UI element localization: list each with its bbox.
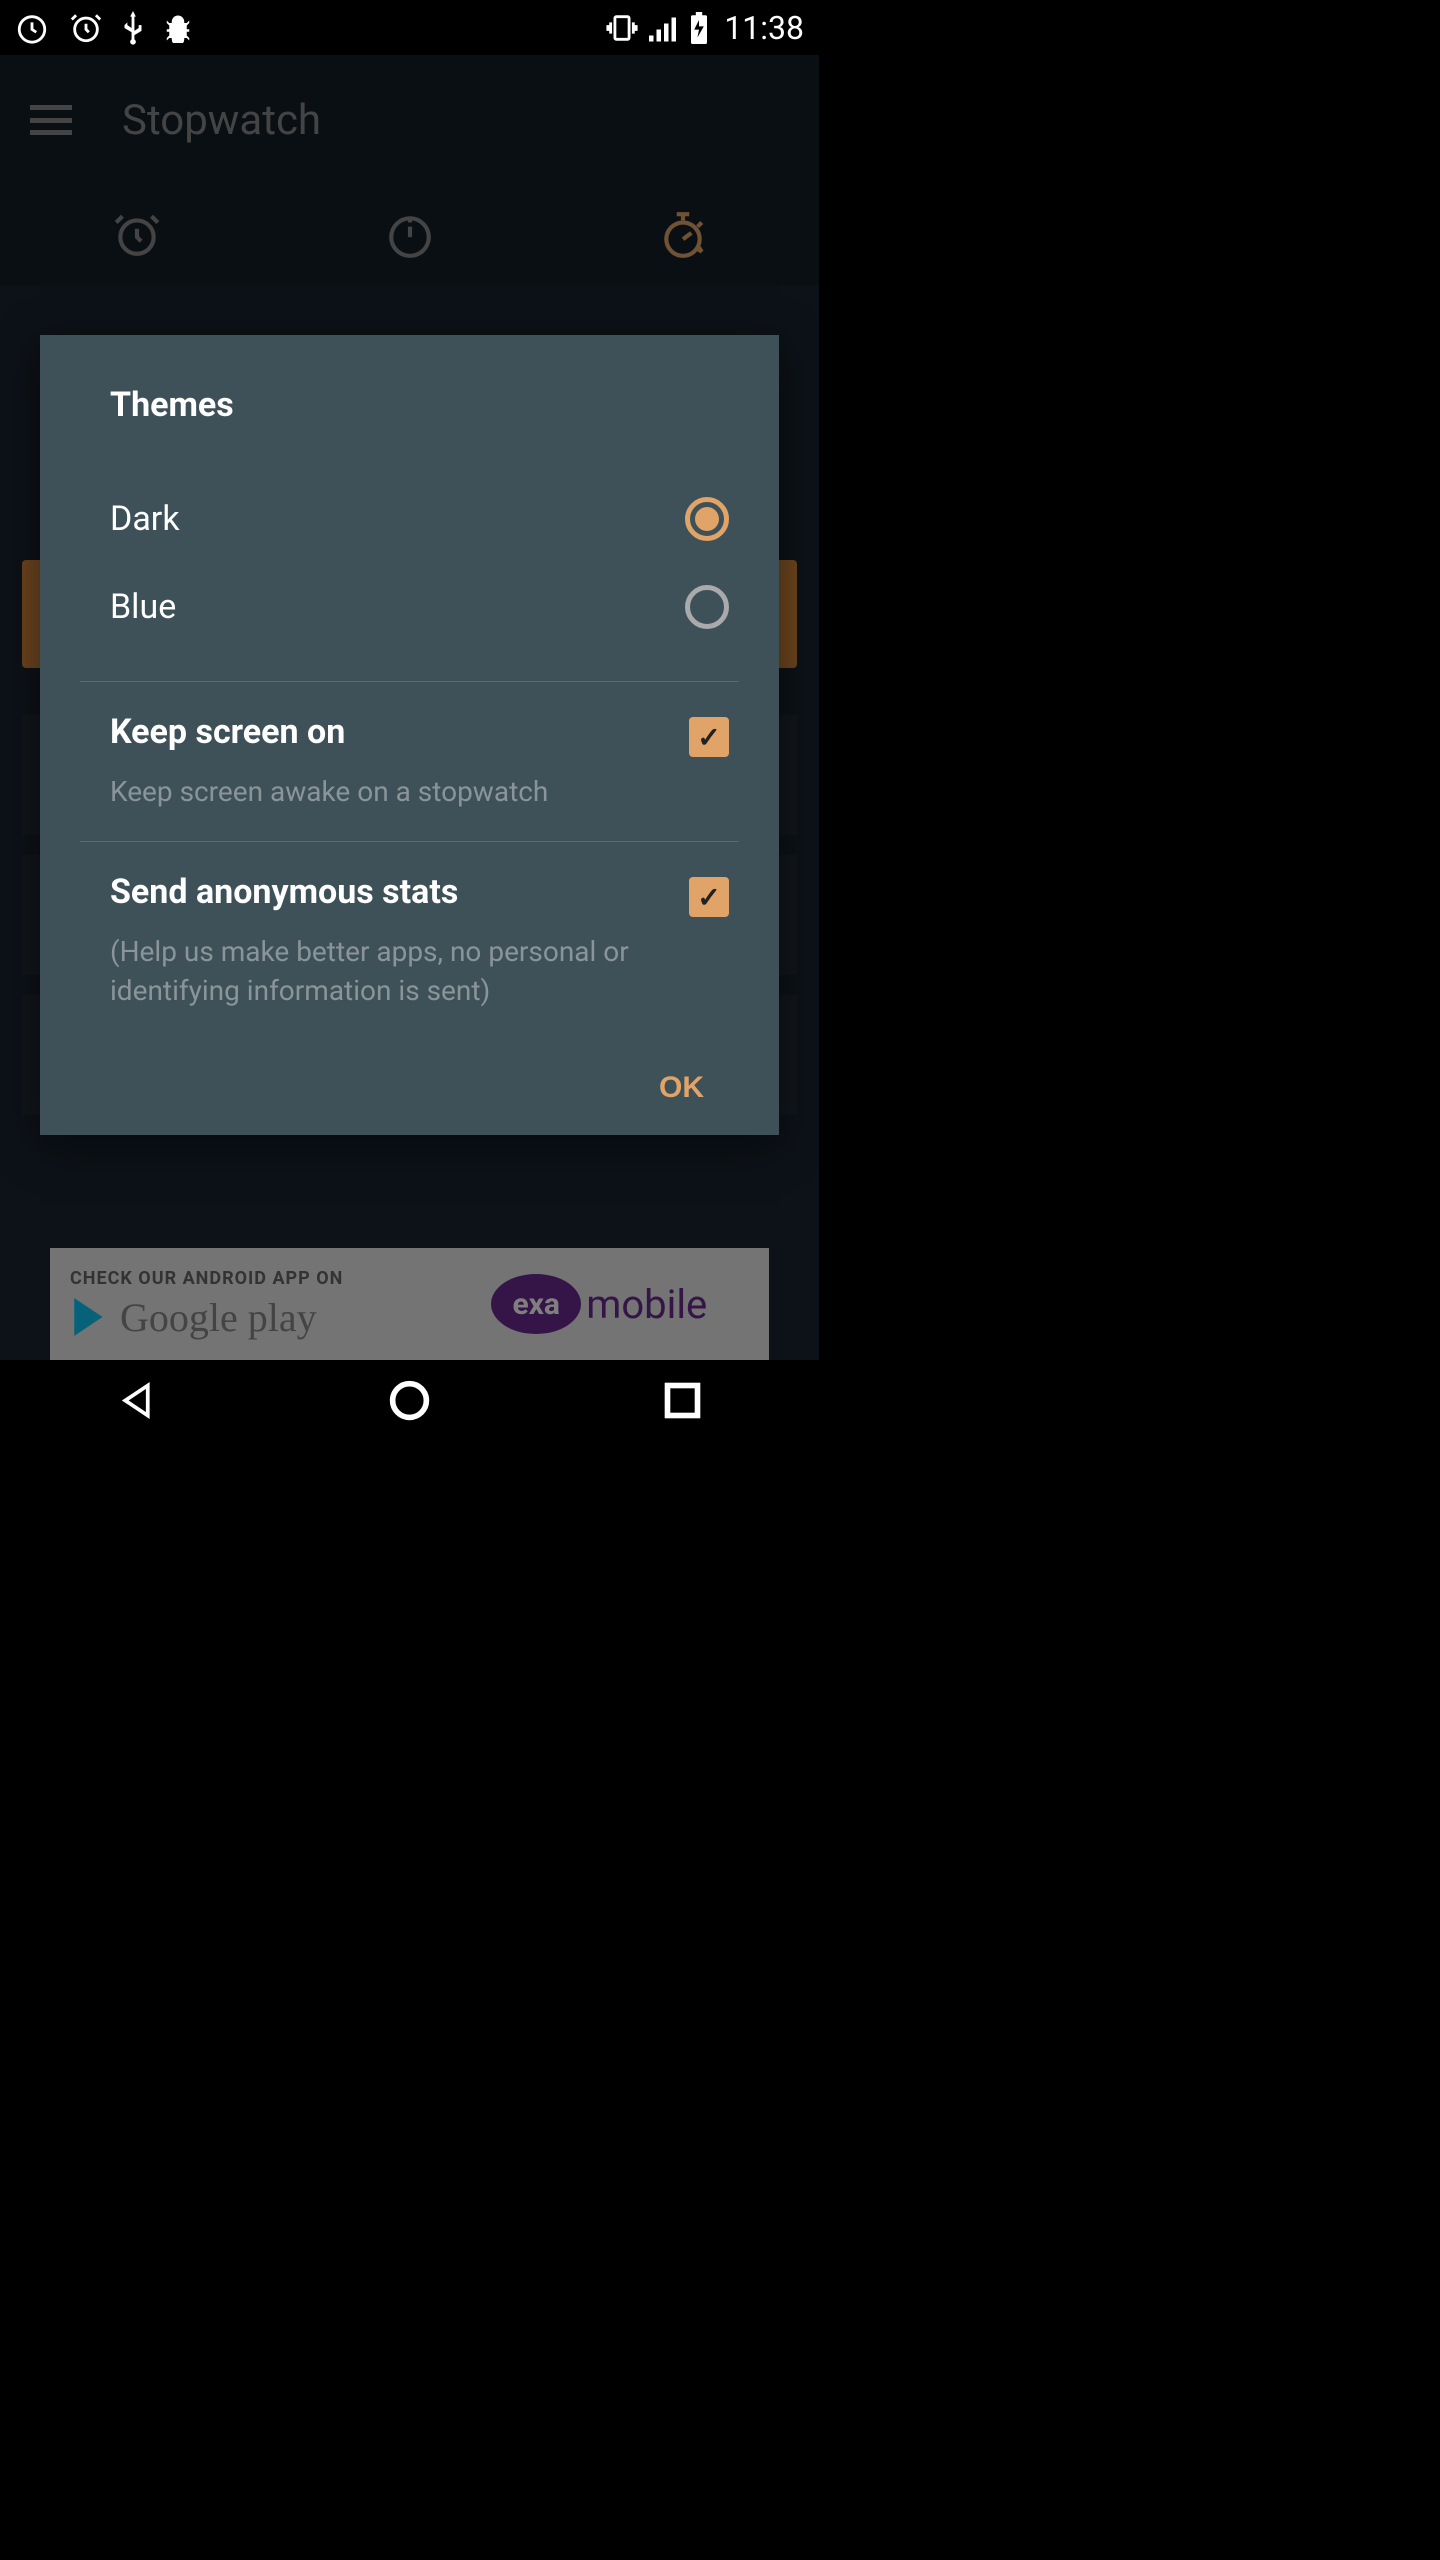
nav-home-icon[interactable] [387,1378,432,1423]
theme-blue-label: Blue [110,587,176,627]
status-right: 11:38 [605,9,804,47]
send-stats-checkbox[interactable]: ✓ [689,877,729,917]
status-time: 11:38 [724,9,804,47]
send-stats-subtitle: (Help us make better apps, no personal o… [110,932,689,1010]
battery-icon [689,12,709,44]
divider [80,841,739,842]
timer-icon [15,11,49,45]
keep-screen-setting[interactable]: Keep screen on Keep screen awake on a st… [80,712,739,811]
send-stats-setting[interactable]: Send anonymous stats (Help us make bette… [80,872,739,1010]
keep-screen-title: Keep screen on [110,712,689,752]
send-stats-title: Send anonymous stats [110,872,689,912]
signal-icon [649,14,679,42]
dialog-footer: OK [80,1071,739,1105]
nav-back-icon[interactable] [114,1378,159,1423]
settings-dialog: Themes Dark Blue Keep screen on Keep scr… [40,335,779,1135]
checkmark-icon: ✓ [697,881,720,914]
theme-dark-label: Dark [110,499,180,539]
alarm-icon [69,11,103,45]
vibrate-icon [605,13,639,43]
ok-button[interactable]: OK [659,1071,704,1105]
usb-icon [123,11,143,45]
themes-title: Themes [80,385,739,425]
debug-icon [163,13,193,43]
status-left [15,11,193,45]
app-background: Stopwatch CHECK OUR ANDROID APP ON Googl… [0,55,819,1360]
checkmark-icon: ✓ [697,721,720,754]
nav-recent-icon[interactable] [660,1378,705,1423]
radio-unchecked-icon [685,585,729,629]
radio-checked-icon [685,497,729,541]
theme-dark-option[interactable]: Dark [80,475,739,563]
keep-screen-checkbox[interactable]: ✓ [689,717,729,757]
keep-screen-subtitle: Keep screen awake on a stopwatch [110,772,689,811]
divider [80,681,739,682]
theme-blue-option[interactable]: Blue [80,563,739,651]
nav-bar [0,1360,819,1440]
status-bar: 11:38 [0,0,819,55]
